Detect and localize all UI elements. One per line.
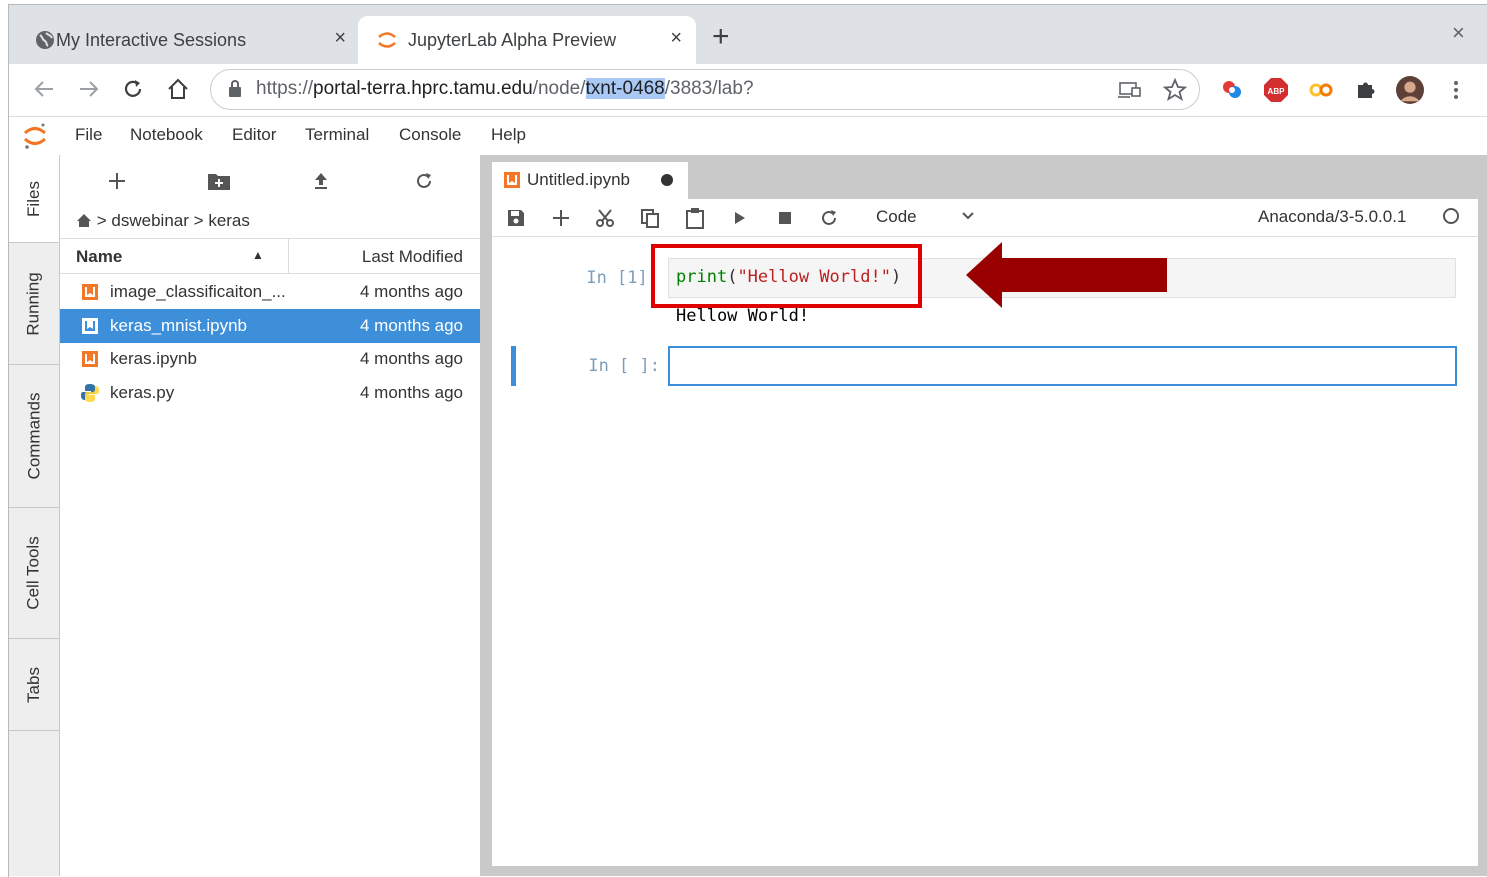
cut-icon[interactable] (592, 206, 618, 230)
side-tab-label: Tabs (23, 666, 43, 703)
url-scheme: https:// (256, 78, 314, 99)
file-name: keras.ipynb (110, 349, 197, 368)
breadcrumb: > dswebinar > keras (76, 211, 250, 231)
active-cell-indicator (511, 346, 516, 386)
bookmark-star-icon[interactable] (1163, 78, 1187, 102)
close-tab-icon[interactable]: × (334, 27, 346, 50)
annotation-highlight-box (651, 244, 922, 308)
file-name: keras_mnist.ipynb (110, 316, 248, 335)
url-path: /node/ (532, 78, 586, 99)
side-tab-files[interactable]: Files (9, 155, 59, 243)
url-host: portal-terra.hprc.tamu.edu (313, 78, 533, 99)
side-tab-cell-tools[interactable]: Cell Tools (9, 508, 59, 639)
browser-tab-sessions[interactable]: My Interactive Sessions × (24, 16, 360, 64)
file-modified: 4 months ago (359, 282, 463, 301)
back-icon[interactable] (29, 74, 59, 104)
column-divider[interactable] (288, 239, 289, 273)
cell-prompt: In [1]: (586, 268, 658, 288)
home-icon[interactable] (76, 213, 92, 228)
new-tab-button[interactable]: + (712, 22, 730, 52)
url-selected-text: txnt-0468 (585, 78, 665, 99)
breadcrumb-separator: > (96, 211, 107, 230)
side-tab-tabs[interactable]: Tabs (9, 639, 59, 731)
code-cell-input-active[interactable] (668, 346, 1457, 386)
file-modified: 4 months ago (359, 383, 463, 402)
svg-text:ABP: ABP (1268, 87, 1286, 96)
menu-notebook[interactable]: Notebook (130, 125, 203, 145)
cast-icon[interactable] (1118, 80, 1142, 100)
cell-prompt: In [ ]: (588, 356, 660, 376)
file-modified: 4 months ago (359, 349, 463, 368)
breadcrumb-item[interactable]: keras (208, 211, 250, 230)
kernel-idle-icon (1443, 208, 1459, 224)
menu-help[interactable]: Help (491, 125, 526, 145)
side-tab-label: Running (24, 271, 44, 336)
globe-icon (36, 31, 54, 49)
new-folder-icon[interactable] (204, 168, 234, 194)
home-icon[interactable] (163, 74, 193, 104)
jupyter-logo-icon (23, 123, 47, 149)
extensions-puzzle-icon[interactable] (1352, 76, 1380, 104)
extension-icon-c[interactable] (1307, 76, 1335, 104)
chevron-down-icon[interactable] (960, 205, 976, 225)
refresh-icon[interactable] (409, 168, 439, 194)
column-header-modified[interactable]: Last Modified (300, 247, 463, 267)
upload-icon[interactable] (306, 168, 336, 194)
breadcrumb-separator: > (193, 211, 204, 230)
menu-editor[interactable]: Editor (232, 125, 276, 145)
file-modified: 4 months ago (359, 316, 463, 335)
menu-console[interactable]: Console (399, 125, 461, 145)
unsaved-indicator-icon[interactable] (661, 174, 673, 186)
url-path-rest: /3883/lab? (664, 78, 754, 99)
column-header-name[interactable]: Name (76, 247, 122, 267)
copy-icon[interactable] (637, 206, 663, 230)
menu-terminal[interactable]: Terminal (305, 125, 369, 145)
kernel-name[interactable]: Anaconda/3-5.0.0.1 (1258, 207, 1406, 227)
annotation-arrow-icon (966, 242, 1167, 308)
side-tab-label: Cell Tools (24, 536, 44, 610)
restart-kernel-icon[interactable] (816, 206, 842, 230)
sort-ascending-icon[interactable]: ▲ (252, 248, 264, 262)
lock-icon[interactable] (228, 80, 242, 98)
file-name: image_classificaiton_... (110, 282, 286, 301)
profile-avatar[interactable] (1396, 76, 1424, 104)
jupyter-menubar (9, 117, 1487, 156)
cell-output: Hellow World! (676, 306, 810, 326)
paste-icon[interactable] (682, 206, 708, 230)
python-icon (81, 384, 99, 402)
close-tab-icon[interactable]: × (670, 27, 682, 50)
menu-file[interactable]: File (75, 125, 102, 145)
window-close-button[interactable]: × (1452, 20, 1465, 46)
extension-icon-a[interactable] (1218, 76, 1246, 104)
browser-tab-title: JupyterLab Alpha Preview (408, 29, 617, 50)
browser-tab-jupyterlab[interactable]: JupyterLab Alpha Preview × (358, 16, 696, 64)
save-icon[interactable] (503, 206, 529, 230)
browser-tab-title: My Interactive Sessions (56, 29, 247, 50)
notebook-icon (504, 172, 520, 188)
run-icon[interactable] (727, 206, 753, 230)
side-tab-commands[interactable]: Commands (9, 365, 59, 508)
breadcrumb-item[interactable]: dswebinar (111, 211, 189, 230)
reload-icon[interactable] (118, 74, 148, 104)
new-launcher-button[interactable] (102, 168, 132, 194)
kebab-menu-icon[interactable] (1442, 76, 1470, 104)
stop-icon[interactable] (772, 206, 798, 230)
side-tab-running[interactable]: Running (9, 243, 59, 365)
adblock-icon[interactable]: ABP (1262, 76, 1290, 104)
insert-cell-icon[interactable] (548, 206, 574, 230)
forward-icon[interactable] (74, 74, 104, 104)
notebook-icon (82, 318, 98, 334)
url-text[interactable]: https://portal-terra.hprc.tamu.edu/node/… (256, 78, 754, 100)
jupyter-logo-icon (378, 32, 396, 48)
file-name: keras.py (110, 383, 175, 402)
side-tab-label: Commands (24, 392, 44, 480)
side-tab-label: Files (23, 180, 43, 217)
notebook-icon (82, 351, 98, 367)
cell-type-select[interactable]: Code (876, 207, 917, 227)
notebook-tab-title: Untitled.ipynb (527, 170, 631, 189)
notebook-icon (82, 284, 98, 300)
